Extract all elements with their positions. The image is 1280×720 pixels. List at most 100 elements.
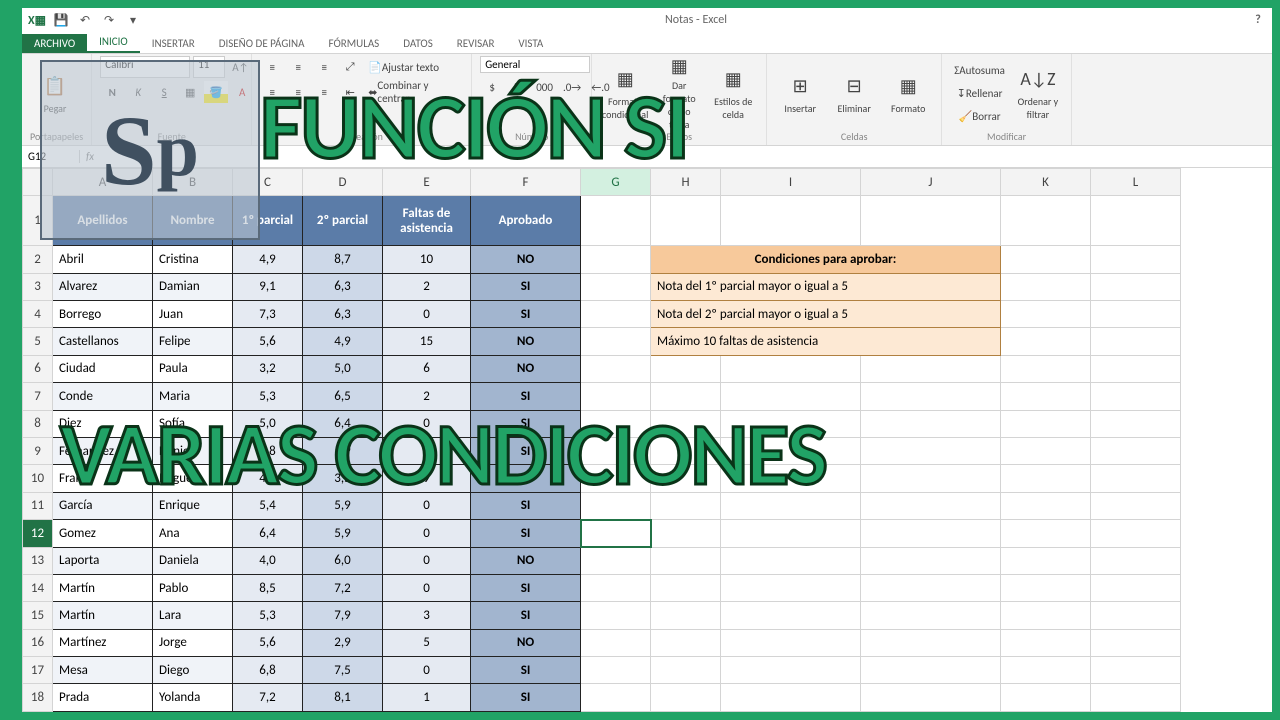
merge-button[interactable]: ⬌ Combinar y centrar [364,81,463,103]
cell-H10[interactable] [651,465,721,492]
font-color-button[interactable]: A [230,81,254,103]
cell-K7[interactable] [1001,383,1091,410]
cell-E18[interactable]: 1 [383,684,471,712]
cell-G18[interactable] [581,684,651,712]
cell-H12[interactable] [651,520,721,547]
row-header-1[interactable]: 1 [23,196,53,246]
cell-L18[interactable] [1091,684,1181,712]
row-header-3[interactable]: 3 [23,273,53,300]
col-header-D[interactable]: D [303,169,383,196]
cell-B7[interactable]: Maria [153,383,233,410]
cell-J17[interactable] [861,657,1001,684]
cell-L13[interactable] [1091,547,1181,574]
row-header-18[interactable]: 18 [23,684,53,712]
cell-K6[interactable] [1001,355,1091,382]
cell-A11[interactable]: García [53,492,153,519]
cell-K8[interactable] [1001,410,1091,437]
row-header-5[interactable]: 5 [23,328,53,355]
cell-I12[interactable] [721,520,861,547]
cell-K12[interactable] [1001,520,1091,547]
cell-F8[interactable]: SI [471,410,581,437]
row-header-6[interactable]: 6 [23,355,53,382]
cell-K10[interactable] [1001,465,1091,492]
undo-button[interactable]: ↶ [74,10,96,30]
cell-D16[interactable]: 2,9 [303,629,383,656]
cell-L6[interactable] [1091,355,1181,382]
cell-E17[interactable]: 0 [383,657,471,684]
cell-G5[interactable] [581,328,651,355]
fx-icon[interactable]: fx [80,150,100,163]
orientation-icon[interactable]: ⤢ [338,56,362,78]
cell-F3[interactable]: SI [471,273,581,300]
insert-button[interactable]: ⊞Insertar [775,63,825,123]
redo-button[interactable]: ↷ [98,10,120,30]
cell-J10[interactable] [861,465,1001,492]
cell-I10[interactable] [721,465,861,492]
cell-K17[interactable] [1001,657,1091,684]
cell-I17[interactable] [721,657,861,684]
row-header-2[interactable]: 2 [23,246,53,273]
col-header-B[interactable]: B [153,169,233,196]
cell-L11[interactable] [1091,492,1181,519]
cell-A15[interactable]: Martín [53,602,153,629]
cell-L17[interactable] [1091,657,1181,684]
cell-D13[interactable]: 6,0 [303,547,383,574]
cell-G16[interactable] [581,629,651,656]
row-header-14[interactable]: 14 [23,574,53,601]
row-header-7[interactable]: 7 [23,383,53,410]
cell-C11[interactable]: 5,4 [233,492,303,519]
clear-button[interactable]: 🧹 Borrar [950,105,1009,127]
cell-E5[interactable]: 15 [383,328,471,355]
paste-button[interactable]: 📋 Pegar [30,63,80,123]
cell-G2[interactable] [581,246,651,273]
col-header-G[interactable]: G [581,169,651,196]
cell-A10[interactable]: Fraile [53,465,153,492]
cell-L10[interactable] [1091,465,1181,492]
row-header-16[interactable]: 16 [23,629,53,656]
cell-G1[interactable] [581,196,651,246]
cell-H16[interactable] [651,629,721,656]
cell-E9[interactable]: 1 [383,437,471,464]
thousands-icon[interactable]: 000 [532,76,557,98]
col-header-E[interactable]: E [383,169,471,196]
cell-L1[interactable] [1091,196,1181,246]
cell-C10[interactable]: 4,1 [233,465,303,492]
cell-E12[interactable]: 0 [383,520,471,547]
cell-G11[interactable] [581,492,651,519]
cell-B5[interactable]: Felipe [153,328,233,355]
cell-C5[interactable]: 5,6 [233,328,303,355]
cell-C15[interactable]: 5,3 [233,602,303,629]
cell-C3[interactable]: 9,1 [233,273,303,300]
cell-D10[interactable]: 3,5 [303,465,383,492]
cell-K16[interactable] [1001,629,1091,656]
cell-F12[interactable]: SI [471,520,581,547]
cell-L4[interactable] [1091,300,1181,327]
cell-H1[interactable] [651,196,721,246]
cell-A4[interactable]: Borrego [53,300,153,327]
cell-D15[interactable]: 7,9 [303,602,383,629]
cell-J12[interactable] [861,520,1001,547]
col-header-C[interactable]: C [233,169,303,196]
cell-I11[interactable] [721,492,861,519]
row-header-4[interactable]: 4 [23,300,53,327]
cell-G8[interactable] [581,410,651,437]
cell-E7[interactable]: 2 [383,383,471,410]
cell-D14[interactable]: 7,2 [303,574,383,601]
cell-J9[interactable] [861,437,1001,464]
cell-G13[interactable] [581,547,651,574]
cell-F9[interactable]: SI [471,437,581,464]
col-header-J[interactable]: J [861,169,1001,196]
cell-F6[interactable]: NO [471,355,581,382]
cell-E13[interactable]: 0 [383,547,471,574]
cell-A14[interactable]: Martín [53,574,153,601]
fill-color-button[interactable]: 🪣 [204,81,228,103]
cell-A2[interactable]: Abril [53,246,153,273]
currency-icon[interactable]: $ [480,76,504,98]
delete-button[interactable]: ⊟Eliminar [829,63,879,123]
cell-H17[interactable] [651,657,721,684]
cell-L8[interactable] [1091,410,1181,437]
cell-D5[interactable]: 4,9 [303,328,383,355]
cell-F18[interactable]: SI [471,684,581,712]
cell-B4[interactable]: Juan [153,300,233,327]
cell-J8[interactable] [861,410,1001,437]
